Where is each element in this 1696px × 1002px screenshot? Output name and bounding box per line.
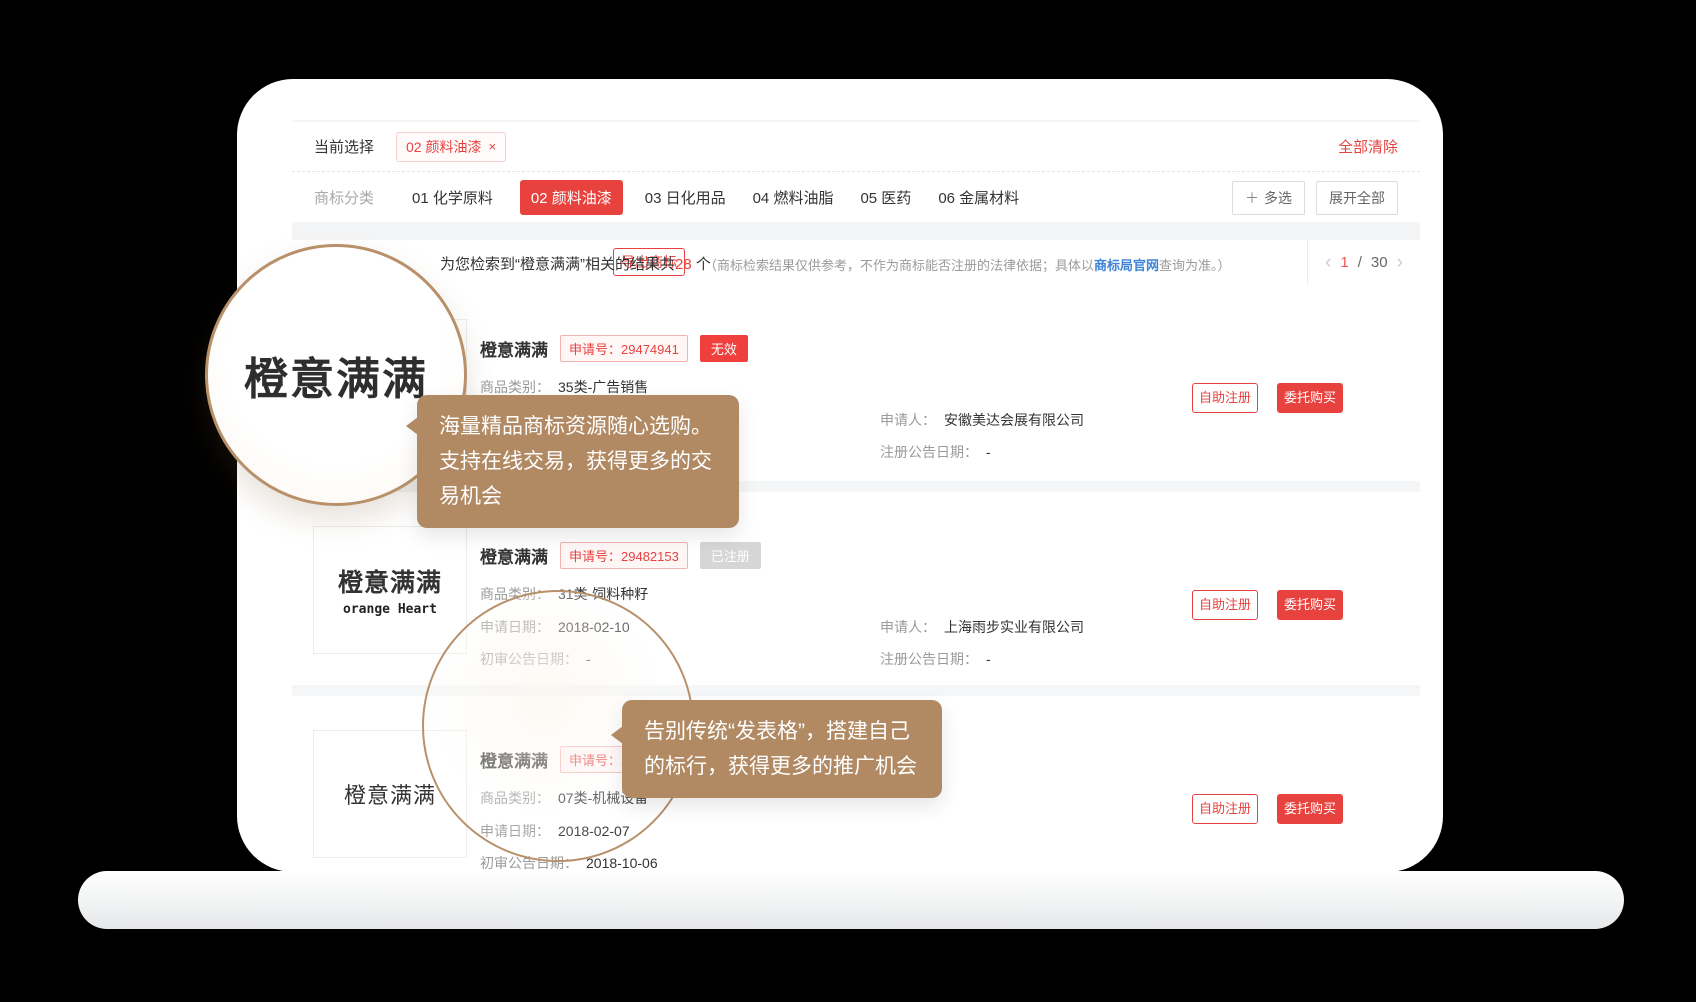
status-badge: 已注册	[700, 542, 761, 569]
reg-notice-field: 注册公告日期：-	[880, 442, 991, 462]
trademark-image-subtext: orange Heart	[343, 602, 437, 617]
trademark-title-line: 橙意满满 申请号：29482153 已注册	[480, 542, 761, 569]
row-actions: 自助注册 委托购买	[1192, 383, 1343, 413]
clear-all-button[interactable]: 全部清除	[1338, 136, 1398, 157]
page-separator: /	[1358, 254, 1362, 271]
total-pages: 30	[1371, 254, 1388, 271]
promo-tooltip-storefront: 告别传统“发表格”，搭建自己的标行，获得更多的推广机会	[622, 700, 942, 798]
entrust-purchase-button[interactable]: 委托购买	[1277, 383, 1343, 413]
first-notice-field: 初审公告日期：2018-10-06	[480, 853, 1420, 872]
category-item-03[interactable]: 03 日化用品	[645, 187, 726, 208]
summary-suffix: 个	[692, 256, 711, 273]
self-register-button[interactable]: 自助注册	[1192, 590, 1258, 620]
applicant-field: 申请人：上海雨步实业有限公司	[880, 617, 1084, 637]
multi-select-label: 多选	[1264, 188, 1292, 208]
trademark-name[interactable]: 橙意满满	[480, 336, 548, 361]
remove-tag-icon[interactable]: ×	[488, 139, 496, 154]
self-register-button[interactable]: 自助注册	[1192, 383, 1258, 413]
applicant-field: 申请人：安徽美达会展有限公司	[880, 410, 1084, 430]
trademark-image-text: 橙意满满	[338, 563, 442, 599]
category-item-05[interactable]: 05 医药	[860, 187, 911, 208]
category-row: 商标分类 01 化学原料 02 颜料油漆 03 日化用品 04 燃料油脂 05 …	[292, 173, 1420, 222]
category-item-06[interactable]: 06 金属材料	[938, 187, 1019, 208]
application-number-badge: 申请号：29474941	[560, 335, 688, 362]
multi-select-button[interactable]: ＋ 多选	[1232, 181, 1305, 215]
next-page-icon[interactable]: ›	[1397, 253, 1403, 272]
magnified-trademark-text: 橙意满满	[244, 343, 428, 407]
self-register-button[interactable]: 自助注册	[1192, 794, 1258, 824]
summary-prefix: 为您检索到“橙意满满”相关的结果共	[440, 256, 675, 273]
laptop-base	[78, 871, 1624, 929]
expand-all-button[interactable]: 展开全部	[1316, 181, 1398, 215]
category-item-04[interactable]: 04 燃料油脂	[753, 187, 834, 208]
selected-filter-tag[interactable]: 02 颜料油漆 ×	[396, 132, 506, 162]
category-item-01[interactable]: 01 化学原料	[412, 187, 493, 208]
trademark-title-line: 橙意满满 申请号：29474941 无效	[480, 335, 748, 362]
entrust-purchase-button[interactable]: 委托购买	[1277, 794, 1343, 824]
category-actions: ＋ 多选 展开全部	[1232, 181, 1398, 215]
current-page: 1	[1340, 254, 1348, 271]
prev-page-icon[interactable]: ‹	[1325, 253, 1331, 272]
promo-tooltip-marketplace: 海量精品商标资源随心选购。支持在线交易，获得更多的交易机会	[417, 395, 739, 528]
trademark-office-link[interactable]: 商标局官网	[1094, 258, 1159, 273]
plus-icon: ＋	[1245, 188, 1259, 208]
results-count: 28	[675, 256, 692, 273]
category-item-02-selected[interactable]: 02 颜料油漆	[520, 180, 623, 215]
pagination: ‹ 1 / 30 ›	[1307, 240, 1420, 285]
application-number-badge: 申请号：29482153	[560, 542, 688, 569]
reg-notice-field: 注册公告日期：-	[880, 649, 991, 669]
current-selection-label: 当前选择	[314, 136, 374, 157]
results-summary: 为您检索到“橙意满满”相关的结果共28 个	[440, 253, 711, 274]
row-actions: 自助注册 委托购买	[1192, 794, 1343, 824]
status-badge: 无效	[700, 335, 748, 362]
row-actions: 自助注册 委托购买	[1192, 590, 1343, 620]
trademark-name[interactable]: 橙意满满	[480, 543, 548, 568]
results-header: 为您检索到“橙意满满”相关的结果共28 个 导出商标 （商标检索结果仅供参考，不…	[292, 240, 1420, 286]
disclaimer-text: （商标检索结果仅供参考，不作为商标能否注册的法律依据；具体以商标局官网查询为准。…	[704, 255, 1231, 274]
current-selection-row: 当前选择 02 颜料油漆 × 全部清除	[292, 122, 1420, 172]
filter-card: 当前选择 02 颜料油漆 × 全部清除 商标分类 01 化学原料 02 颜料油漆…	[292, 122, 1420, 222]
trademark-image-text: 橙意满满	[344, 778, 436, 810]
selected-filter-tag-text: 02 颜料油漆	[406, 137, 481, 157]
entrust-purchase-button[interactable]: 委托购买	[1277, 590, 1343, 620]
category-label: 商标分类	[314, 187, 374, 208]
trademark-image[interactable]: 橙意满满 orange Heart	[313, 526, 467, 654]
